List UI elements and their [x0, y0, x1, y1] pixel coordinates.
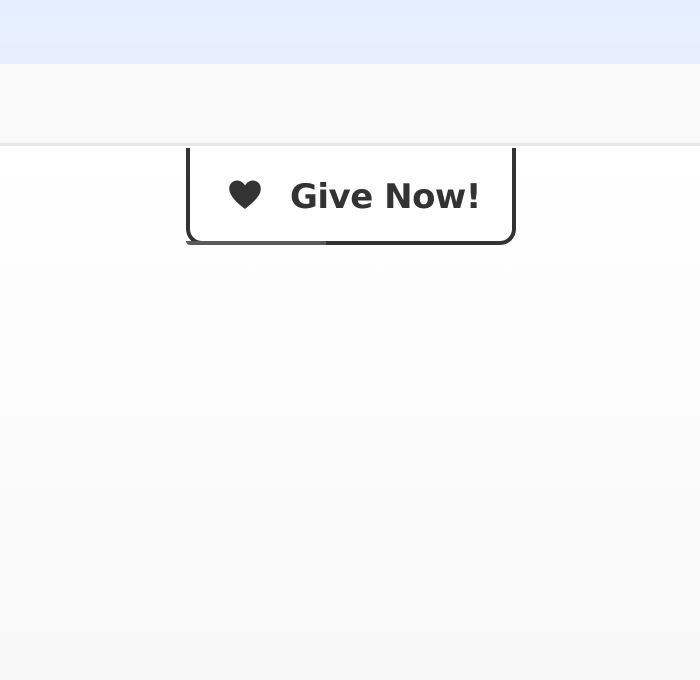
heart-icon — [229, 180, 261, 209]
page: Give Now! — [0, 0, 700, 680]
browser-top-strip — [0, 0, 700, 64]
give-now-button[interactable]: Give Now! — [186, 148, 516, 245]
header-bar — [0, 64, 700, 146]
give-now-label: Give Now! — [290, 177, 481, 217]
